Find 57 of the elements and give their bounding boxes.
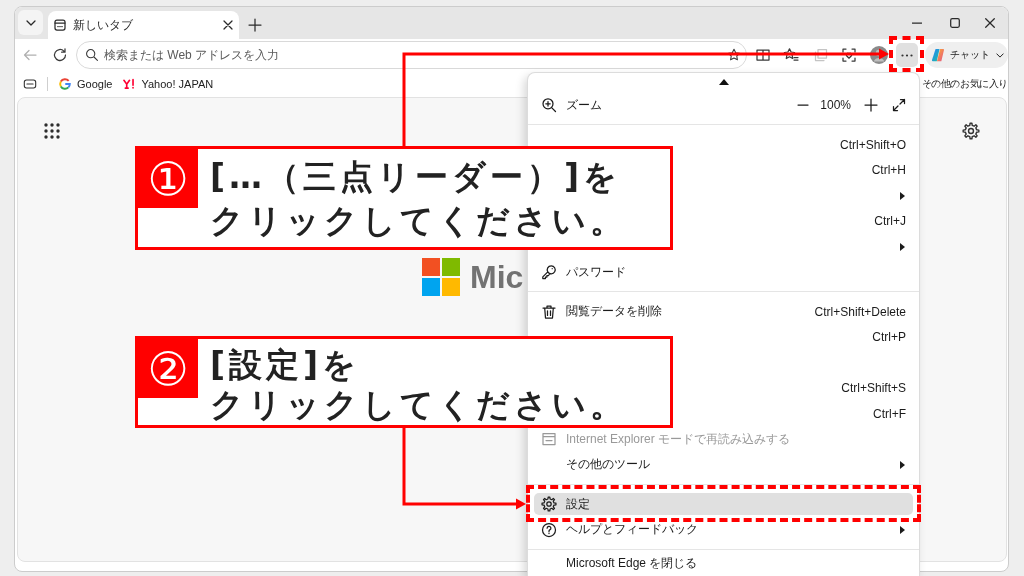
three-dots-icon [901,53,913,57]
callout-text: […（三点リーダー）]を クリックしてください。 [209,156,627,242]
close-icon[interactable] [985,18,995,28]
callout-text: [設定]を クリックしてください。 [209,344,627,425]
bookmark-link[interactable]: Yahoo! JAPAN [122,76,214,91]
y-logo-icon [122,76,137,91]
settings-icon[interactable] [962,122,980,140]
workspaces-icon[interactable] [23,76,37,91]
chat-button[interactable]: チャット [925,42,1008,68]
magnifier-plus-icon [541,97,557,113]
bookmark-link[interactable]: Google [58,76,113,91]
step-number: ① [138,149,198,208]
shortcut-text: Ctrl+Shift+Delete [814,304,906,319]
menu-item[interactable]: パスワード [534,261,913,284]
trash-can-icon [541,303,557,320]
star-icon[interactable] [727,48,741,62]
favorites-icon[interactable] [783,47,799,63]
close-icon[interactable] [223,20,233,30]
chevron-down-icon [996,52,1004,58]
g-logo-icon [58,76,72,91]
plus-icon[interactable] [248,18,262,32]
four-squares-logo-icon [422,258,460,296]
menu-item[interactable]: その他のツール [534,453,913,476]
step-number: ② [138,339,198,398]
plus-icon[interactable] [864,98,878,112]
chat-logo-icon [931,48,945,62]
key-icon [541,264,557,281]
browser-window-icon [541,431,557,448]
split-screen-icon[interactable] [755,47,771,63]
logo-text: Mic [470,258,524,296]
menu-item[interactable]: 設定 [534,493,913,516]
menu-item[interactable]: Microsoft Edge を閉じる [534,553,913,574]
shortcut-text: Ctrl+H [871,163,906,178]
maximize-icon[interactable] [950,18,960,28]
search-icon [85,48,99,62]
shortcut-text: Ctrl+P [872,330,906,345]
zoom-label: ズーム [566,96,602,114]
chevron-down-icon [25,19,36,26]
new-tab-page-icon [54,19,66,31]
shortcut-text: Ctrl+Shift+S [841,381,906,396]
settings-icon [541,496,557,513]
address-bar[interactable]: 検索または Web アドレスを入力 [76,41,747,69]
expand-arrows-icon[interactable] [892,98,906,112]
shortcut-text: Ctrl+J [874,214,906,229]
other-favorites-link[interactable]: その他のお気に入り [921,76,1008,91]
zoom-level-text: 100% [820,98,851,112]
shortcut-text: Ctrl+Shift+O [839,137,906,152]
shortcut-text: Ctrl+F [873,406,906,421]
highlight-frame [889,36,924,72]
refresh-icon[interactable] [52,47,68,63]
apps-grid-icon[interactable] [44,123,60,139]
menu-item[interactable]: ヘルプとフィードバック [534,518,913,541]
scroll-up-arrow-icon[interactable] [718,78,729,85]
more-options-button[interactable] [896,43,918,67]
menu-item[interactable]: 閲覧データを削除 Ctrl+Shift+Delete [534,300,913,323]
browser-tab[interactable]: 新しいタブ [48,11,239,39]
heart-frame-icon[interactable] [841,47,857,63]
